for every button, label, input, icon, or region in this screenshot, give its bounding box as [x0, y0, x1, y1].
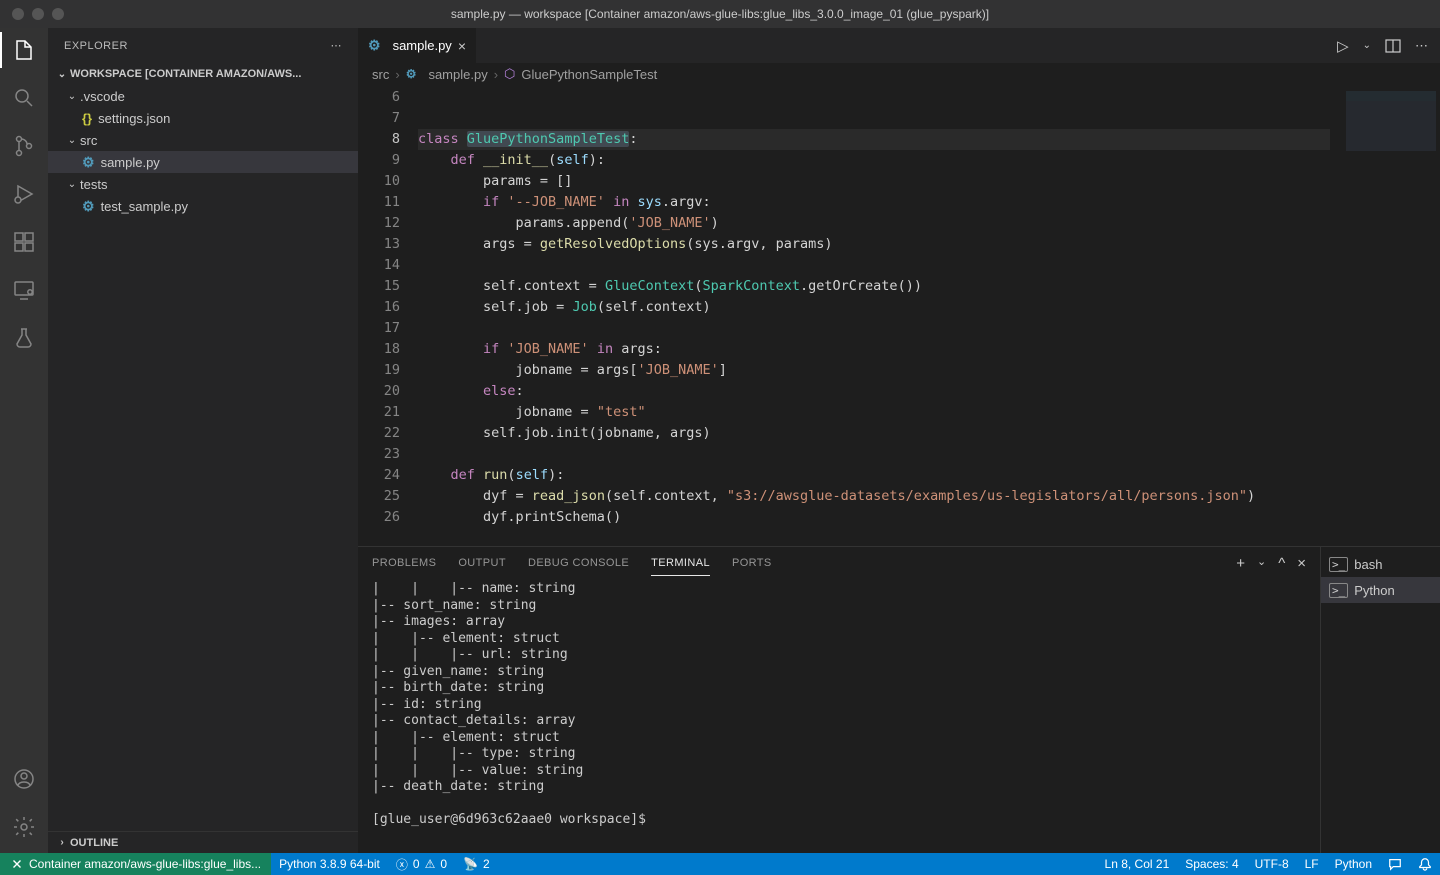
more-icon[interactable]: ⋯ — [331, 39, 343, 52]
bottom-panel: PROBLEMS OUTPUT DEBUG CONSOLE TERMINAL P… — [358, 546, 1440, 853]
terminal-list: >_bash >_Python — [1320, 547, 1440, 853]
settings-gear-icon[interactable] — [10, 813, 38, 841]
extensions-icon[interactable] — [10, 228, 38, 256]
activity-bar — [0, 28, 48, 853]
cursor-position[interactable]: Ln 8, Col 21 — [1097, 853, 1178, 875]
terminal-python[interactable]: >_Python — [1321, 577, 1440, 603]
chevron-down-icon: ⌄ — [66, 135, 78, 146]
chevron-down-icon: ⌄ — [66, 179, 78, 190]
close-panel-icon[interactable]: × — [1297, 555, 1306, 572]
more-icon[interactable]: ⋯ — [1415, 38, 1428, 54]
outline-section[interactable]: › OUTLINE — [48, 831, 358, 853]
sidebar-header: EXPLORER ⋯ — [48, 28, 358, 63]
language-mode[interactable]: Python — [1327, 853, 1380, 875]
remote-explorer-icon[interactable] — [10, 276, 38, 304]
terminal-output[interactable]: | | |-- name: string |-- sort_name: stri… — [358, 579, 1320, 853]
tab-debug-console[interactable]: DEBUG CONSOLE — [528, 557, 629, 569]
code-editor[interactable]: 67891011121314151617181920212223242526 c… — [358, 85, 1440, 546]
breadcrumb-file[interactable]: sample.py — [428, 67, 487, 82]
chevron-down-icon[interactable]: ⌄ — [1257, 555, 1266, 572]
terminal-bash[interactable]: >_bash — [1321, 551, 1440, 577]
class-icon: ⬡ — [504, 66, 515, 82]
tab-output[interactable]: OUTPUT — [458, 557, 506, 569]
warning-icon: ⚠ — [425, 857, 436, 871]
explorer-sidebar: EXPLORER ⋯ ⌄ WORKSPACE [CONTAINER AMAZON… — [48, 28, 358, 853]
run-debug-icon[interactable] — [10, 180, 38, 208]
file-settings-json[interactable]: {}settings.json — [48, 107, 358, 129]
encoding[interactable]: UTF-8 — [1247, 853, 1297, 875]
terminal-icon: >_ — [1329, 583, 1348, 598]
folder-vscode[interactable]: ⌄.vscode — [48, 85, 358, 107]
chevron-right-icon: › — [56, 837, 68, 848]
accounts-icon[interactable] — [10, 765, 38, 793]
forwarded-ports[interactable]: 📡2 — [455, 853, 498, 875]
tab-ports[interactable]: PORTS — [732, 557, 772, 569]
close-icon[interactable]: × — [458, 38, 466, 54]
breadcrumb-src[interactable]: src — [372, 67, 389, 82]
folder-src[interactable]: ⌄src — [48, 129, 358, 151]
python-file-icon: ⚙ — [82, 154, 95, 171]
editor-actions: ▷ ⌄ ⋯ — [1337, 28, 1440, 63]
file-sample-py[interactable]: ⚙sample.py — [48, 151, 358, 173]
tab-terminal[interactable]: TERMINAL — [651, 557, 710, 576]
remote-host-button[interactable]: Container amazon/aws-glue-libs:glue_libs… — [0, 853, 271, 875]
split-editor-icon[interactable] — [1385, 38, 1401, 54]
window-title: sample.py — workspace [Container amazon/… — [0, 7, 1440, 21]
tab-problems[interactable]: PROBLEMS — [372, 557, 436, 569]
terminal-icon: >_ — [1329, 557, 1348, 572]
sidebar-title: EXPLORER — [64, 40, 128, 52]
eol[interactable]: LF — [1297, 853, 1327, 875]
python-file-icon: ⚙ — [368, 37, 381, 54]
file-test-sample-py[interactable]: ⚙test_sample.py — [48, 195, 358, 217]
line-gutter: 67891011121314151617181920212223242526 — [358, 85, 418, 546]
search-icon[interactable] — [10, 84, 38, 112]
new-terminal-icon[interactable]: + — [1236, 555, 1245, 572]
broadcast-icon: 📡 — [463, 857, 478, 871]
tab-label: sample.py — [393, 38, 452, 53]
feedback-icon[interactable] — [1380, 853, 1410, 875]
code-content[interactable]: class GluePythonSampleTest: def __init__… — [418, 85, 1330, 546]
source-control-icon[interactable] — [10, 132, 38, 160]
run-button[interactable]: ▷ — [1337, 37, 1349, 55]
outline-label: OUTLINE — [70, 837, 118, 849]
python-file-icon: ⚙ — [406, 67, 417, 81]
python-file-icon: ⚙ — [82, 198, 95, 215]
chevron-right-icon: › — [494, 67, 498, 82]
status-bar: Container amazon/aws-glue-libs:glue_libs… — [0, 853, 1440, 875]
error-icon: ⓧ — [396, 856, 408, 873]
problems-count[interactable]: ⓧ0 ⚠0 — [388, 853, 455, 875]
panel-tabs: PROBLEMS OUTPUT DEBUG CONSOLE TERMINAL P… — [358, 547, 1320, 579]
editor-tabs: ⚙ sample.py × ▷ ⌄ ⋯ — [358, 28, 1440, 63]
tab-sample-py[interactable]: ⚙ sample.py × — [358, 28, 477, 63]
chevron-down-icon: ⌄ — [66, 91, 78, 102]
indentation[interactable]: Spaces: 4 — [1177, 853, 1246, 875]
folder-tests[interactable]: ⌄tests — [48, 173, 358, 195]
workspace-section[interactable]: ⌄ WORKSPACE [CONTAINER AMAZON/AWS... — [48, 63, 358, 85]
python-interpreter[interactable]: Python 3.8.9 64-bit — [271, 853, 388, 875]
title-bar: sample.py — workspace [Container amazon/… — [0, 0, 1440, 28]
explorer-icon[interactable] — [10, 36, 38, 64]
breadcrumb-symbol[interactable]: GluePythonSampleTest — [521, 67, 657, 82]
notifications-icon[interactable] — [1410, 853, 1440, 875]
breadcrumb[interactable]: src › ⚙ sample.py › ⬡ GluePythonSampleTe… — [358, 63, 1440, 85]
editor-group: ⚙ sample.py × ▷ ⌄ ⋯ src › ⚙ sample.py › … — [358, 28, 1440, 853]
file-tree: ⌄.vscode {}settings.json ⌄src ⚙sample.py… — [48, 85, 358, 831]
minimap[interactable] — [1330, 85, 1440, 546]
chevron-right-icon: › — [395, 67, 399, 82]
workspace-label: WORKSPACE [CONTAINER AMAZON/AWS... — [70, 68, 301, 80]
testing-icon[interactable] — [10, 324, 38, 352]
maximize-panel-icon[interactable]: ^ — [1278, 555, 1285, 572]
chevron-down-icon[interactable]: ⌄ — [1363, 40, 1371, 51]
json-file-icon: {} — [82, 111, 92, 126]
chevron-down-icon: ⌄ — [56, 69, 68, 80]
